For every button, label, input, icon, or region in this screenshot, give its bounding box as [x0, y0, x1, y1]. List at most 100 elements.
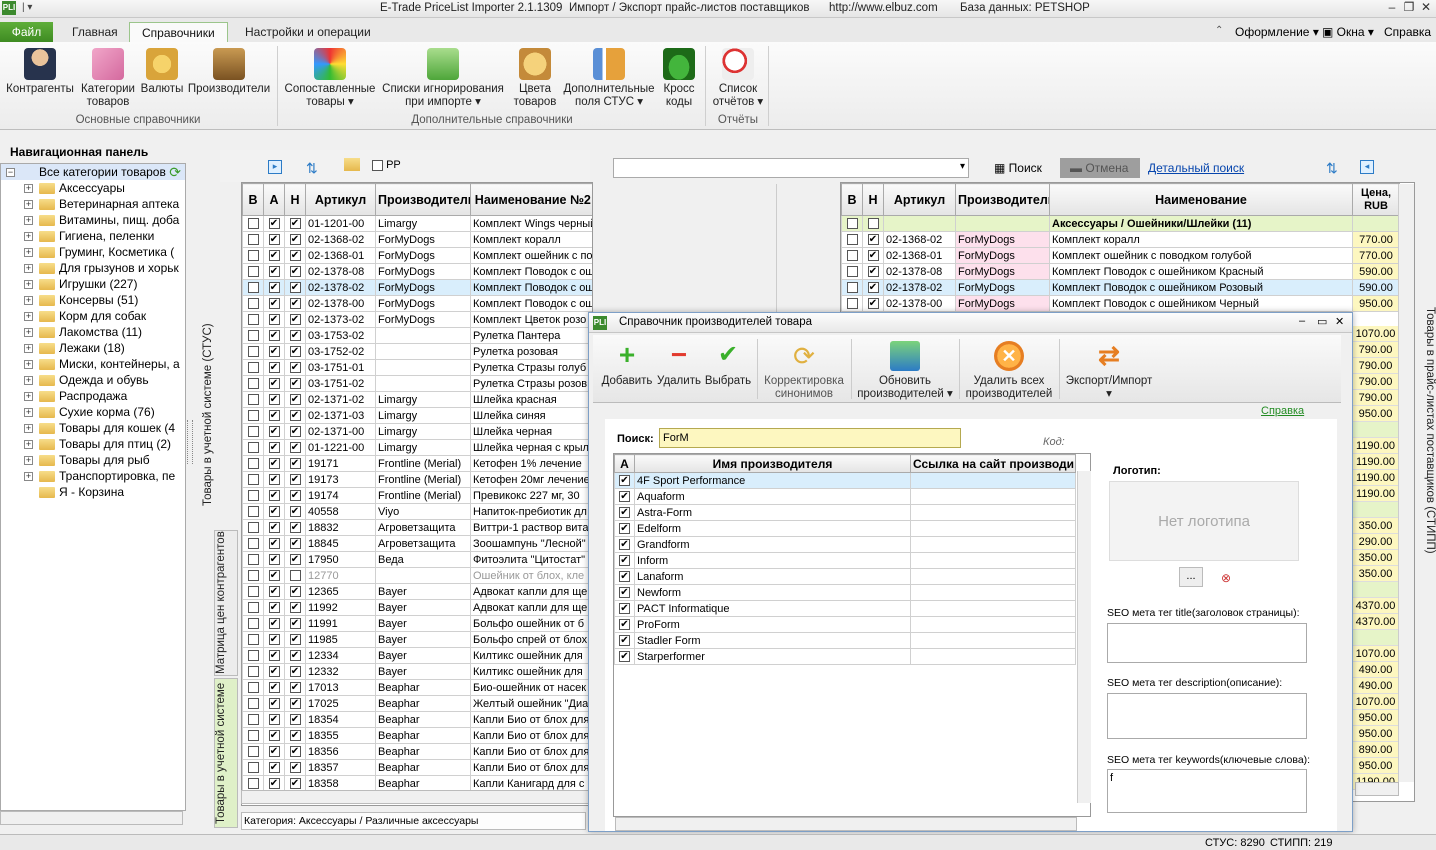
right-col-header[interactable]: Наименование: [1049, 183, 1353, 216]
col-b-cell[interactable]: [242, 647, 264, 664]
checkbox[interactable]: [247, 570, 259, 582]
col-b-cell[interactable]: [242, 487, 264, 504]
table-row[interactable]: ✔ ✔ 02-1371-00 Limargy Шлейка черная: [242, 423, 592, 440]
col-n-cell[interactable]: [862, 215, 884, 232]
right-col-header[interactable]: Производитель: [955, 183, 1050, 216]
active-cell[interactable]: ✔: [614, 472, 635, 489]
col-a-cell[interactable]: ✔: [263, 295, 285, 312]
checkbox[interactable]: [247, 266, 259, 278]
col-b-cell[interactable]: [242, 311, 264, 328]
table-row[interactable]: ✔ ✔ 17950 Веда Фитоэлита "Цитостат": [242, 551, 592, 568]
active-cell[interactable]: ✔: [614, 520, 635, 537]
manufacturers-vscrollbar[interactable]: [1077, 471, 1091, 803]
checkbox[interactable]: ✔: [619, 491, 630, 503]
table-row[interactable]: ✔ ✔ 18845 Агроветзащита Зоошампунь "Лесной": [242, 535, 592, 552]
col-b-cell[interactable]: [242, 343, 264, 360]
help-link[interactable]: Справка: [1261, 405, 1304, 417]
expand-icon[interactable]: +: [24, 360, 33, 369]
checkbox[interactable]: [247, 778, 259, 790]
checkbox[interactable]: [846, 298, 858, 310]
checkbox[interactable]: ✔: [268, 218, 280, 230]
checkbox[interactable]: ✔: [268, 586, 280, 598]
col-a-cell[interactable]: ✔: [263, 471, 285, 488]
checkbox[interactable]: ✔: [268, 234, 280, 246]
table-row[interactable]: ✔ ✔ 02-1371-03 Limargy Шлейка синяя: [242, 407, 592, 424]
table-row[interactable]: ✔ ✔ 19171 Frontline (Merial) Кетофен 1% лече…: [242, 455, 592, 472]
col-a-cell[interactable]: ✔: [263, 695, 285, 712]
col-b-cell[interactable]: [242, 519, 264, 536]
seo-title-input[interactable]: [1107, 623, 1307, 663]
table-row[interactable]: ✔ ✔ 02-1371-02 Limargy Шлейка красная: [242, 391, 592, 408]
tree-root[interactable]: − Все категории товаров ⟳: [1, 164, 185, 180]
tree-item[interactable]: + Товары для рыб: [1, 452, 185, 468]
left-col-header[interactable]: В: [242, 183, 264, 216]
checkbox[interactable]: ✔: [289, 506, 301, 518]
expand-icon[interactable]: +: [24, 440, 33, 449]
tree-item[interactable]: + Сухие корма (76): [1, 404, 185, 420]
matched-products-button[interactable]: Сопоставленные товары ▾: [283, 46, 377, 109]
col-b-cell[interactable]: [242, 503, 264, 520]
col-a-cell[interactable]: ✔: [263, 599, 285, 616]
checkbox[interactable]: ✔: [289, 250, 301, 262]
expand-icon[interactable]: +: [24, 264, 33, 273]
checkbox[interactable]: ✔: [268, 682, 280, 694]
table-row[interactable]: ✔ 02-1368-02 ForMyDogs Комплект коралл 770.0…: [841, 231, 1400, 248]
expand-icon[interactable]: +: [24, 376, 33, 385]
expand-icon[interactable]: +: [24, 424, 33, 433]
manufacturer-row[interactable]: ✔ Stadler Form: [614, 632, 1076, 649]
manufacturers-hscrollbar[interactable]: [615, 817, 1077, 831]
manufacturers-button[interactable]: Производители: [186, 46, 272, 96]
tree-item[interactable]: + Товары для кошек (4: [1, 420, 185, 436]
table-row[interactable]: ✔ 02-1378-00 ForMyDogs Комплект Поводок с о…: [841, 295, 1400, 312]
export-import-button[interactable]: ⇄ Экспорт/Импорт ▾: [1063, 341, 1155, 401]
cross-codes-button[interactable]: Кросс коды: [660, 46, 698, 109]
col-n-cell[interactable]: ✔: [284, 535, 306, 552]
active-cell[interactable]: ✔: [614, 552, 635, 569]
active-cell[interactable]: ✔: [614, 648, 635, 665]
col-n-cell[interactable]: ✔: [862, 231, 884, 248]
checkbox[interactable]: ✔: [268, 714, 280, 726]
checkbox[interactable]: ✔: [268, 250, 280, 262]
col-b-cell[interactable]: [242, 439, 264, 456]
col-a-cell[interactable]: ✔: [263, 327, 285, 344]
col-n-cell[interactable]: ✔: [284, 615, 306, 632]
checkbox[interactable]: [247, 506, 259, 518]
checkbox[interactable]: ✔: [289, 282, 301, 294]
col-n-cell[interactable]: ✔: [284, 215, 306, 232]
sync-icon[interactable]: ⇅: [1326, 160, 1338, 177]
checkbox[interactable]: ✔: [268, 506, 280, 518]
checkbox[interactable]: [247, 458, 259, 470]
col-n-cell[interactable]: ✔: [862, 279, 884, 296]
checkbox[interactable]: ✔: [867, 282, 879, 294]
cancel-button[interactable]: ▬ Отмена: [1060, 158, 1140, 178]
checkbox[interactable]: ✔: [289, 634, 301, 646]
checkbox[interactable]: ✔: [268, 570, 280, 582]
checkbox[interactable]: ✔: [268, 378, 280, 390]
col-a-cell[interactable]: ✔: [263, 743, 285, 760]
col-n-cell[interactable]: ✔: [284, 311, 306, 328]
checkbox[interactable]: ✔: [289, 602, 301, 614]
col-n-cell[interactable]: ✔: [284, 759, 306, 776]
table-row[interactable]: ✔ ✔ 17025 Beaphar Желтый ошейник "Диа: [242, 695, 592, 712]
checkbox[interactable]: ✔: [268, 346, 280, 358]
col-a-cell[interactable]: ✔: [263, 263, 285, 280]
left-col-header[interactable]: Н: [284, 183, 306, 216]
checkbox[interactable]: ✔: [867, 234, 879, 246]
checkbox[interactable]: ✔: [268, 330, 280, 342]
browse-logo-button[interactable]: ...: [1179, 567, 1203, 587]
col-link-header[interactable]: Ссылка на сайт производи: [910, 454, 1076, 473]
checkbox[interactable]: ✔: [289, 698, 301, 710]
col-b-cell[interactable]: [242, 231, 264, 248]
col-b-cell[interactable]: [242, 711, 264, 728]
active-cell[interactable]: ✔: [614, 488, 635, 505]
manufacturer-row[interactable]: ✔ PACT Informatique: [614, 600, 1076, 617]
checkbox[interactable]: ✔: [268, 410, 280, 422]
right-grid-hscrollbar[interactable]: [1355, 782, 1399, 796]
checkbox[interactable]: ✔: [867, 298, 879, 310]
checkbox[interactable]: ✔: [268, 650, 280, 662]
col-a-cell[interactable]: ✔: [263, 615, 285, 632]
dialog-minimize-button[interactable]: –: [1299, 315, 1305, 327]
checkbox[interactable]: ✔: [268, 394, 280, 406]
tree-item[interactable]: Я - Корзина: [1, 484, 185, 500]
col-n-cell[interactable]: ✔: [284, 551, 306, 568]
